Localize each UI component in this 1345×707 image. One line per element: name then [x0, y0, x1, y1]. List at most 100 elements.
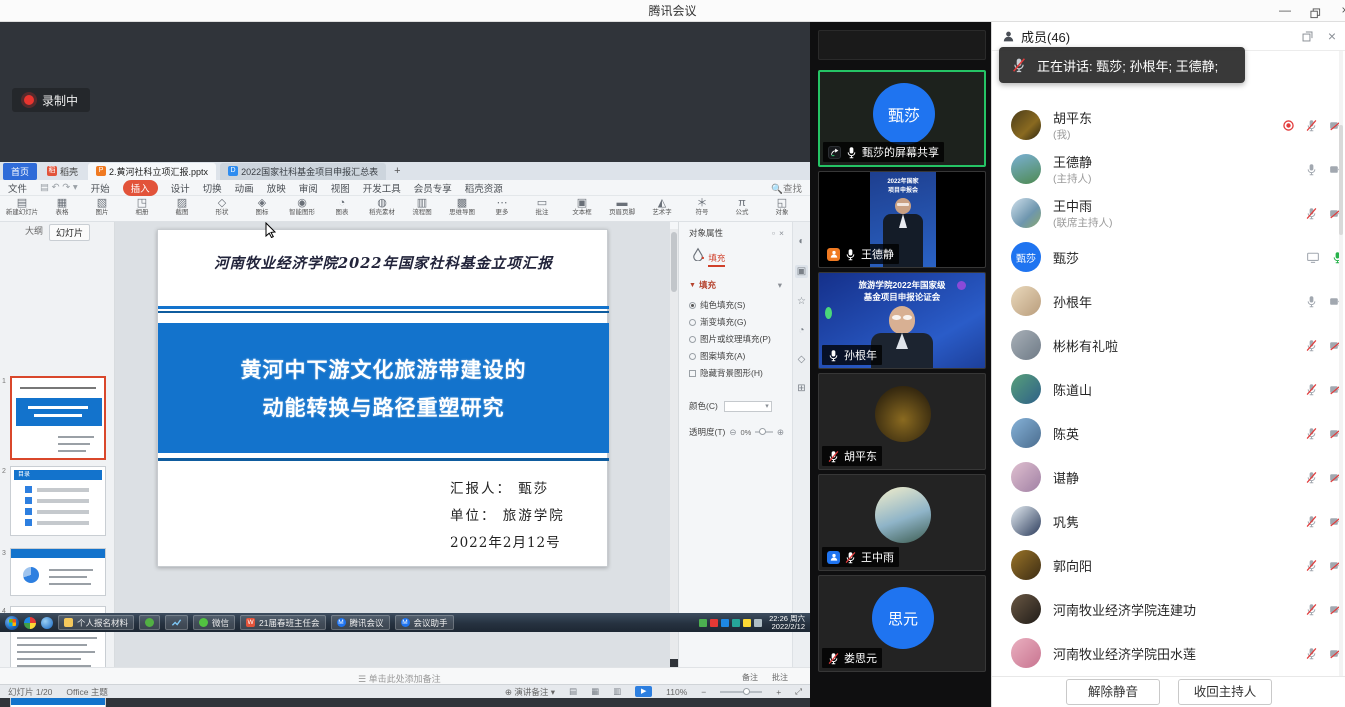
slide-thumbnail-3[interactable]: [10, 548, 106, 596]
ribbon-item[interactable]: ▣文本框: [562, 197, 602, 217]
unmute-button[interactable]: 解除静音: [1066, 679, 1160, 705]
member-row[interactable]: 王德静(主持人): [992, 147, 1345, 191]
toolbar-quick-icons[interactable]: ▤ ↶ ↷ ▾: [40, 182, 78, 193]
ribbon-item[interactable]: ＊符号: [682, 197, 722, 217]
ribbon-item[interactable]: ▭批注: [522, 197, 562, 217]
ribbon-item[interactable]: ▬页眉页脚: [602, 197, 642, 217]
start-button[interactable]: [5, 616, 19, 630]
video-tile-hupingdong[interactable]: 胡平东: [818, 373, 986, 470]
popout-panel-icon[interactable]: [1301, 30, 1314, 43]
wps-home-tab[interactable]: 首页: [3, 163, 37, 180]
tab-outline[interactable]: 大纲: [25, 224, 43, 241]
member-row[interactable]: 陈英: [992, 411, 1345, 455]
ribbon-item[interactable]: ◍稻壳素材: [362, 197, 402, 217]
menu-item-4[interactable]: 动画: [235, 181, 254, 195]
video-tile-wangdejing[interactable]: 2022年国家 项目申报会 王德静: [818, 171, 986, 268]
menu-item-9[interactable]: 会员专享: [414, 181, 452, 195]
color-dropdown[interactable]: ▾: [724, 401, 772, 412]
ribbon-item[interactable]: ⋯更多: [482, 197, 522, 217]
menu-file[interactable]: 文件: [8, 181, 27, 195]
mic-off-icon[interactable]: [1305, 119, 1318, 132]
zoom-in-button[interactable]: +: [776, 687, 781, 697]
member-row[interactable]: 巩隽: [992, 499, 1345, 543]
ribbon-item[interactable]: ◉智能图形: [282, 197, 322, 217]
video-tile-lousiyuan[interactable]: 思元 娄思元: [818, 575, 986, 672]
ribbon-item[interactable]: ◳相册: [122, 197, 162, 217]
view-sorter-icon[interactable]: ▦: [591, 686, 599, 697]
video-tile-zhensha-share[interactable]: 甄莎 甄莎的屏幕共享: [818, 70, 986, 167]
view-read-icon[interactable]: ▥: [613, 686, 621, 697]
tray-icon[interactable]: [721, 619, 729, 627]
taskbar-wechat-button[interactable]: 微信: [193, 615, 235, 630]
fill-option-solid[interactable]: 纯色填充(S): [689, 299, 792, 311]
speaker-notes-toggle[interactable]: ⊕ 演讲备注 ▾: [505, 686, 555, 698]
mic-off-icon[interactable]: [1305, 207, 1318, 220]
tray-icon[interactable]: [699, 619, 707, 627]
wps-document-tab-active[interactable]: P2.黄河社科立项汇报.pptx: [88, 163, 216, 180]
ribbon-item[interactable]: ◱对象: [762, 197, 802, 217]
menu-item-3[interactable]: 切换: [203, 181, 222, 195]
members-scrollbar[interactable]: [1339, 51, 1343, 676]
ribbon-item[interactable]: ◔图表: [322, 197, 362, 217]
current-slide[interactable]: 河南牧业经济学院2022年国家社科基金立项汇报 黄河中下游文化旅游带建设的 动能…: [157, 229, 608, 567]
taskbar-meeting-button[interactable]: M腾讯会议: [331, 615, 390, 630]
mic-on-icon[interactable]: [1305, 295, 1318, 308]
section-dropdown-icon[interactable]: ▾: [778, 280, 782, 291]
member-row[interactable]: 彬彬有礼啦: [992, 323, 1345, 367]
view-normal-icon[interactable]: ▤: [569, 686, 577, 697]
ribbon-item[interactable]: ▨截图: [162, 197, 202, 217]
mic-on-icon[interactable]: [1305, 163, 1318, 176]
notes-bar[interactable]: ☰ 单击此处添加备注 备注 批注: [0, 667, 810, 684]
opacity-slider[interactable]: [755, 431, 773, 433]
mic-off-icon[interactable]: [1305, 559, 1318, 572]
member-row[interactable]: 孙根年: [992, 279, 1345, 323]
mic-off-icon[interactable]: [1305, 339, 1318, 352]
more-tool-icon[interactable]: ⊞: [797, 383, 805, 394]
tray-icon[interactable]: [743, 619, 751, 627]
close-button[interactable]: ×: [1332, 0, 1345, 22]
taskbar-folder-button[interactable]: 个人报名材料: [58, 615, 134, 630]
hide-background-checkbox[interactable]: 隐藏背景图形(H): [689, 367, 792, 379]
taskbar-clock[interactable]: 22:26 周六2022/2/12: [769, 615, 805, 631]
video-tile-sungennian[interactable]: 旅游学院2022年国家级 基金项目申报论证会 孙根年: [818, 272, 986, 369]
taskbar-assistant-button[interactable]: M会议助手: [395, 615, 454, 630]
comments-toggle-button[interactable]: 批注: [772, 672, 788, 683]
fit-window-icon[interactable]: ⤢: [795, 686, 802, 697]
slideshow-play-button[interactable]: ▶: [635, 686, 652, 697]
ribbon-item[interactable]: π公式: [722, 197, 762, 217]
fill-option-picture[interactable]: 图片或纹理填充(P): [689, 333, 792, 345]
shape-tool-icon[interactable]: ◇: [798, 354, 806, 365]
slide-thumbnail-1[interactable]: [10, 376, 106, 460]
fill-option-gradient[interactable]: 渐变填充(G): [689, 316, 792, 328]
slide-thumbnail-2[interactable]: 目录: [10, 466, 106, 536]
wps-document-tab-2[interactable]: D2022国家社科基金项目申报汇总表: [220, 163, 386, 180]
mic-off-icon[interactable]: [1305, 471, 1318, 484]
opacity-plus-button[interactable]: ⊕: [777, 427, 784, 438]
menu-item-2[interactable]: 设计: [171, 181, 190, 195]
taskbar-app-button-green[interactable]: [139, 615, 160, 630]
menu-item-8[interactable]: 开发工具: [363, 181, 401, 195]
tab-slides[interactable]: 幻灯片: [49, 224, 90, 241]
wps-docer-tab[interactable]: 稻稻壳: [41, 163, 84, 180]
ribbon-item[interactable]: ▦表格: [42, 197, 82, 217]
browser-icon[interactable]: [24, 617, 36, 629]
new-document-tab-button[interactable]: +: [390, 165, 404, 177]
zoom-out-button[interactable]: −: [701, 687, 706, 697]
search-icon[interactable]: [41, 617, 53, 629]
tray-icon[interactable]: [732, 619, 740, 627]
ribbon-item[interactable]: ▤新建幻灯片: [2, 197, 42, 217]
mic-off-icon[interactable]: [1305, 383, 1318, 396]
member-row[interactable]: 郭向阳: [992, 543, 1345, 587]
menu-item-7[interactable]: 视图: [331, 181, 350, 195]
restore-button[interactable]: [1302, 0, 1328, 22]
mic-off-icon[interactable]: [1305, 515, 1318, 528]
fill-option-pattern[interactable]: 图案填充(A): [689, 350, 792, 362]
menu-item-0[interactable]: 开始: [91, 181, 110, 195]
taskbar-app-button-chart[interactable]: [165, 615, 188, 630]
close-panel-icon[interactable]: ×: [779, 228, 784, 238]
fill-tool-icon-active[interactable]: ▣: [795, 265, 808, 278]
canvas-scrollbar[interactable]: [670, 229, 678, 659]
notes-toggle-button[interactable]: 备注: [742, 672, 758, 683]
opacity-minus-button[interactable]: ⊖: [729, 427, 736, 438]
member-row[interactable]: 陈道山: [992, 367, 1345, 411]
